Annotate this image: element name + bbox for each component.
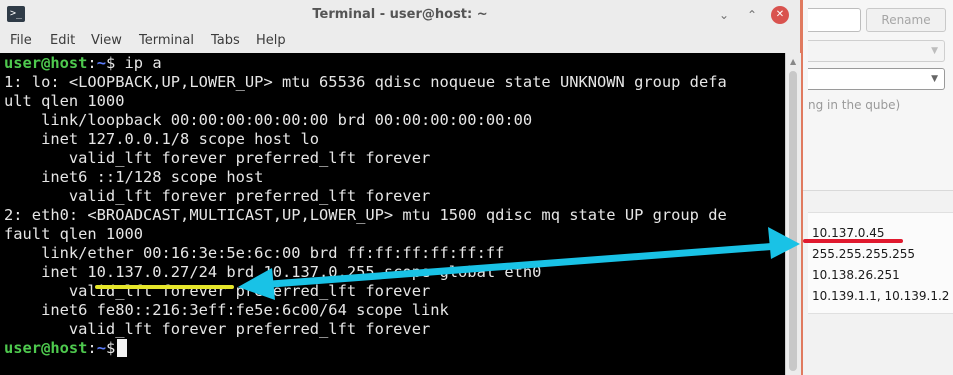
double-arrow-icon: [238, 227, 800, 300]
